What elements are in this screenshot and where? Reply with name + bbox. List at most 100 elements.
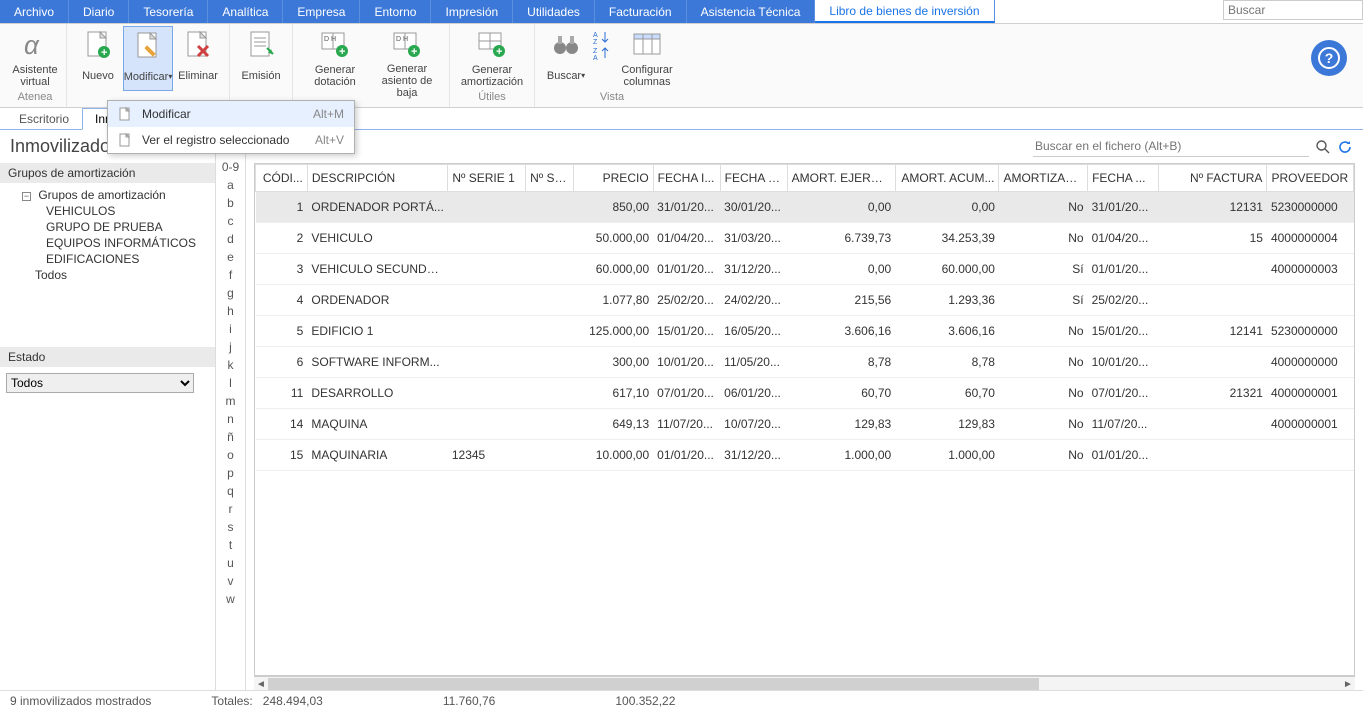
col-serie2[interactable]: Nº SE... [526,165,574,192]
alpha-m[interactable]: m [226,394,236,408]
table-row[interactable]: 3VEHICULO SECUNDA...60.000,0001/01/20...… [256,254,1354,285]
sort-az-button[interactable]: AZ [593,30,609,44]
grid[interactable]: CÓDI...DESCRIPCIÓNNº SERIE 1Nº SE...PREC… [254,163,1355,676]
alpha-l[interactable]: l [229,376,232,390]
table-row[interactable]: 5EDIFICIO 1125.000,0015/01/20...16/05/20… [256,316,1354,347]
alpha-i[interactable]: i [229,322,232,336]
alpha-p[interactable]: p [227,466,234,480]
alpha-0-9[interactable]: 0-9 [222,160,239,174]
alpha-v[interactable]: v [228,574,234,588]
col-aacum[interactable]: AMORT. ACUM... [895,165,999,192]
table-row[interactable]: 14MAQUINA649,1311/07/20...10/07/20...129… [256,409,1354,440]
tree-item-equipos-informáticos[interactable]: EQUIPOS INFORMÁTICOS [2,235,213,251]
doc-x-icon [182,29,214,61]
scroll-thumb[interactable] [268,678,1039,690]
alpha-a[interactable]: a [227,178,234,192]
col-aej[interactable]: AMORT. EJERCICIO [787,165,895,192]
generar-dotación-button[interactable]: D H+Generar dotación [299,26,371,89]
alpha-o[interactable]: o [227,448,234,462]
col-precio[interactable]: PRECIO [573,165,653,192]
alpha-ñ[interactable]: ñ [227,430,234,444]
total-aacum: 100.352,22 [615,694,675,708]
menu-diario[interactable]: Diario [69,0,129,23]
grid-minus-icon: D H+ [391,29,423,61]
col-nfact[interactable]: Nº FACTURA [1159,165,1267,192]
collapse-icon[interactable]: − [22,192,31,201]
alpha-r[interactable]: r [229,502,233,516]
col-serie1[interactable]: Nº SERIE 1 [448,165,526,192]
col-ffin[interactable]: FECHA F... [720,165,787,192]
configurar-columnas-button[interactable]: Configurar columnas [611,26,683,89]
modificar-button[interactable]: Modificar ▾ [123,26,173,91]
tree-all[interactable]: Todos [2,267,213,283]
table-row[interactable]: 15MAQUINARIA1234510.000,0001/01/20...31/… [256,440,1354,471]
menu-entorno[interactable]: Entorno [360,0,431,23]
alpha-f[interactable]: f [229,268,232,282]
scroll-right-arrow[interactable]: ► [1341,677,1355,690]
buscar-button[interactable]: Buscar ▾ [541,26,591,89]
col-prov[interactable]: PROVEEDOR [1267,165,1354,192]
file-search-input[interactable] [1033,136,1309,157]
menu-utilidades[interactable]: Utilidades [513,0,595,23]
grid-arrow-icon: + [476,29,508,61]
alpha-u[interactable]: u [227,556,234,570]
asistente-virtual-button[interactable]: αAsistente virtual [10,26,60,89]
tree-item-grupo-de-prueba[interactable]: GRUPO DE PRUEBA [2,219,213,235]
dropdown-modificar[interactable]: ModificarAlt+M [108,101,354,127]
table-row[interactable]: 4ORDENADOR1.077,8025/02/20...24/02/20...… [256,285,1354,316]
groups-tree: − Grupos de amortizaciónVEHICULOSGRUPO D… [0,183,215,287]
tree-item-vehiculos[interactable]: VEHICULOS [2,203,213,219]
alpha-k[interactable]: k [228,358,234,372]
col-amort[interactable]: AMORTIZADO [999,165,1088,192]
col-codigo[interactable]: CÓDI... [256,165,308,192]
alpha-b[interactable]: b [227,196,234,210]
menu-facturación[interactable]: Facturación [595,0,687,23]
scroll-left-arrow[interactable]: ◄ [254,677,268,690]
menu-tesorería[interactable]: Tesorería [129,0,208,23]
menu-analítica[interactable]: Analítica [208,0,283,23]
generar-amortización-button[interactable]: +Generar amortización [456,26,528,89]
search-icon[interactable] [1315,139,1331,155]
col-fini[interactable]: FECHA I... [653,165,720,192]
alpha-t[interactable]: t [229,538,232,552]
alpha-e[interactable]: e [227,250,234,264]
svg-text:D H: D H [396,36,408,43]
alpha-n[interactable]: n [227,412,234,426]
menu-archivo[interactable]: Archivo [0,0,69,23]
menu-asistencia-técnica[interactable]: Asistencia Técnica [687,0,816,23]
refresh-icon[interactable] [1337,139,1353,155]
tree-root[interactable]: − Grupos de amortización [2,187,213,203]
state-select[interactable]: Todos [6,373,194,393]
alpha-w[interactable]: w [226,592,235,606]
menu-empresa[interactable]: Empresa [283,0,360,23]
col-desc[interactable]: DESCRIPCIÓN [307,165,447,192]
alpha-g[interactable]: g [227,286,234,300]
svg-text:+: + [339,46,345,58]
generar-asiento-de-baja-button[interactable]: D H+Generar asiento de baja [371,26,443,99]
tree-item-edificaciones[interactable]: EDIFICACIONES [2,251,213,267]
dropdown-ver-el-registro-seleccionado[interactable]: Ver el registro seleccionadoAlt+V [108,127,354,153]
eliminar-button[interactable]: Eliminar [173,26,223,89]
alpha-j[interactable]: j [229,340,232,354]
tab-escritorio[interactable]: Escritorio [6,108,82,129]
doc-pencil-icon [132,30,164,62]
help-button[interactable]: ? [1311,40,1347,76]
table-row[interactable]: 2VEHICULO50.000,0001/04/20...31/03/20...… [256,223,1354,254]
alpha-h[interactable]: h [227,304,234,318]
menu-libro-de-bienes-de-inversión[interactable]: Libro de bienes de inversión [815,0,994,23]
col-ffact[interactable]: FECHA ... [1088,165,1159,192]
statusbar: 9 inmovilizados mostrados Totales: 248.4… [0,690,1363,710]
alpha-s[interactable]: s [228,520,234,534]
table-row[interactable]: 11DESARROLLO617,1007/01/20...06/01/20...… [256,378,1354,409]
horizontal-scrollbar[interactable]: ◄ ► [254,676,1355,690]
table-row[interactable]: 6SOFTWARE INFORM...300,0010/01/20...11/0… [256,347,1354,378]
alpha-d[interactable]: d [227,232,234,246]
menu-impresión[interactable]: Impresión [431,0,513,23]
emisión-button[interactable]: Emisión [236,26,286,89]
sort-za-button[interactable]: ZA [593,46,609,60]
alpha-q[interactable]: q [227,484,234,498]
table-row[interactable]: 1ORDENADOR PORTÁ...850,0031/01/20...30/0… [256,192,1354,223]
global-search-input[interactable] [1223,0,1363,20]
alpha-c[interactable]: c [228,214,234,228]
nuevo-button[interactable]: +Nuevo [73,26,123,89]
